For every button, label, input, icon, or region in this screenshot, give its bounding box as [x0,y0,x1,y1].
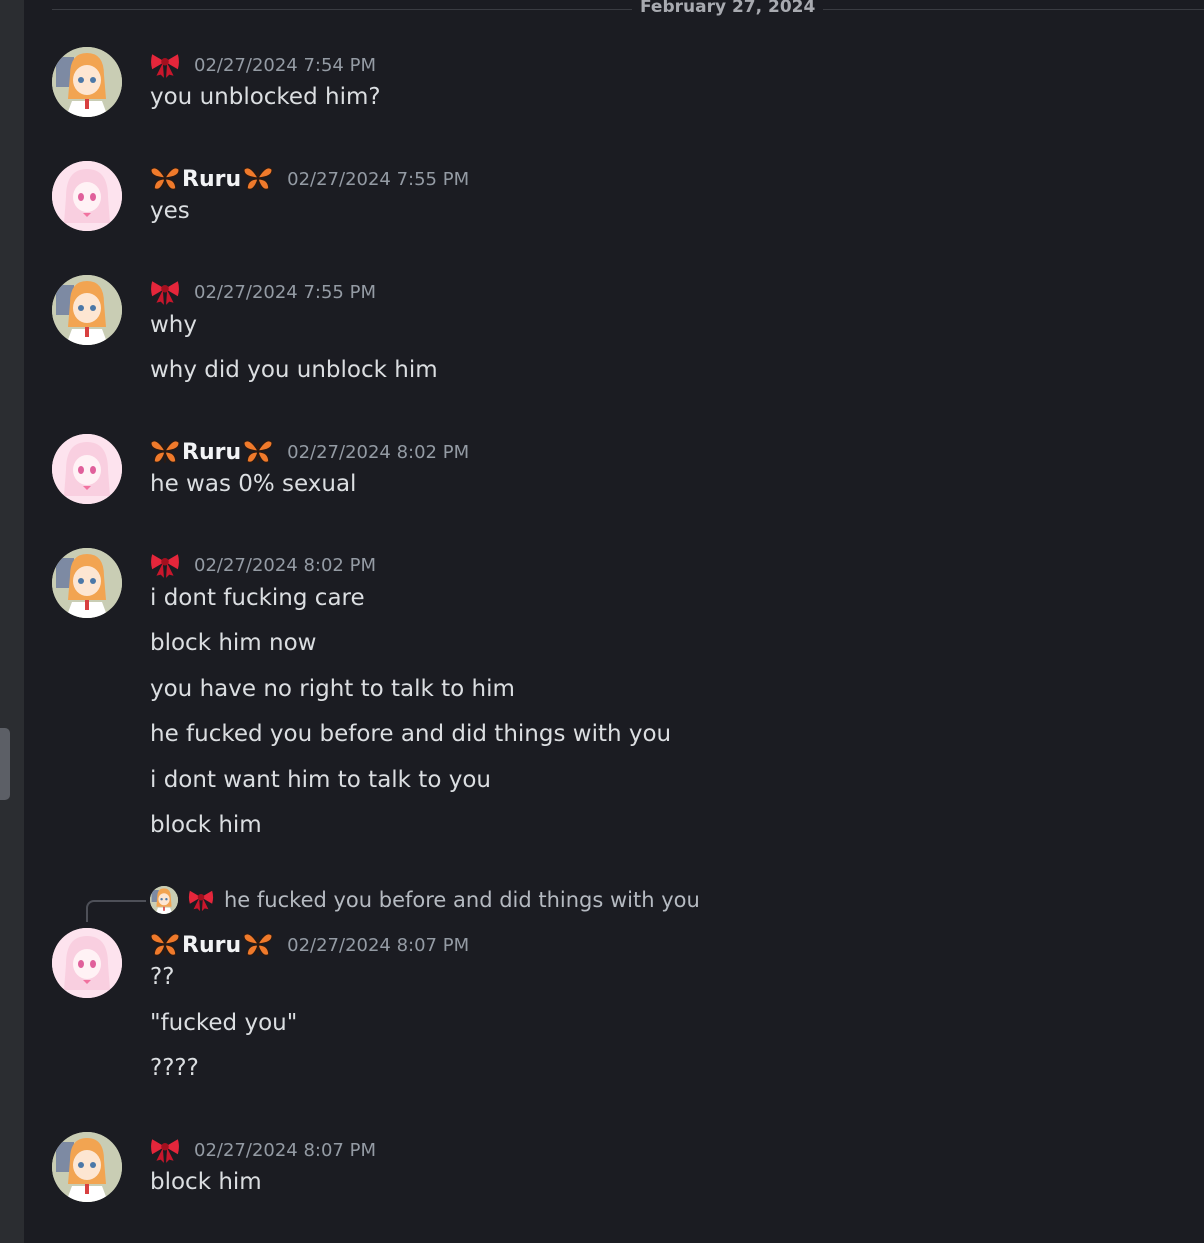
timestamp[interactable]: 02/27/2024 8:02 PM [194,555,376,576]
butterfly-icon [150,440,180,464]
message-text: he fucked you before and did things with… [150,721,672,747]
username[interactable]: Ruru [182,167,241,192]
message-text: why did you unblock him [150,357,438,383]
timestamp[interactable]: 02/27/2024 7:55 PM [194,282,376,303]
red-bow-icon [151,1139,179,1163]
red-bow-icon [188,890,214,912]
message-header: 02/27/2024 7:55 PM [150,277,376,307]
message-text: he was 0% sexual [150,471,357,497]
message-text: why [150,312,197,338]
avatar[interactable] [52,928,122,998]
timestamp[interactable]: 02/27/2024 7:55 PM [287,169,469,190]
message-text: block him [150,812,262,838]
red-bow-icon [151,554,179,578]
scrollbar-thumb[interactable] [0,728,10,800]
message-text: i dont want him to talk to you [150,767,491,793]
avatar[interactable] [52,47,122,117]
message-text: yes [150,198,190,224]
username[interactable]: Ruru [182,933,241,958]
avatar[interactable] [52,548,122,618]
avatar[interactable] [52,161,122,231]
reply-preview[interactable]: he fucked you before and did things with… [150,886,700,914]
message-header: Ruru 02/27/2024 8:07 PM [150,930,469,960]
red-bow-icon [151,281,179,305]
message-text: you have no right to talk to him [150,676,515,702]
timestamp[interactable]: 02/27/2024 8:02 PM [287,442,469,463]
username[interactable]: Ruru [182,440,241,465]
message-text: block him now [150,630,317,656]
reply-text[interactable]: he fucked you before and did things with… [224,888,700,912]
left-rail [0,0,24,1243]
message-text: you unblocked him? [150,84,381,110]
butterfly-icon [243,167,273,191]
message-text: block him [150,1169,262,1195]
butterfly-icon [243,933,273,957]
message-header: Ruru 02/27/2024 7:55 PM [150,164,469,194]
timestamp[interactable]: 02/27/2024 8:07 PM [194,1140,376,1161]
red-bow-icon [151,54,179,78]
butterfly-icon [150,933,180,957]
message-text: ?? [150,964,175,990]
butterfly-icon [150,167,180,191]
message-header: 02/27/2024 7:54 PM [150,50,376,80]
date-divider-label: February 27, 2024 [632,0,824,17]
message-text: "fucked you" [150,1010,298,1036]
timestamp[interactable]: 02/27/2024 7:54 PM [194,55,376,76]
reply-connector [86,900,146,922]
avatar[interactable] [52,1132,122,1202]
date-divider-line [52,9,1204,10]
message-header: 02/27/2024 8:02 PM [150,550,376,580]
message-header: Ruru 02/27/2024 8:02 PM [150,437,469,467]
butterfly-icon [243,440,273,464]
avatar[interactable] [52,434,122,504]
timestamp[interactable]: 02/27/2024 8:07 PM [287,935,469,956]
avatar[interactable] [52,275,122,345]
message-text: i dont fucking care [150,585,365,611]
message-header: 02/27/2024 8:07 PM [150,1135,376,1165]
message-text: ???? [150,1055,199,1081]
reply-avatar[interactable] [150,886,178,914]
